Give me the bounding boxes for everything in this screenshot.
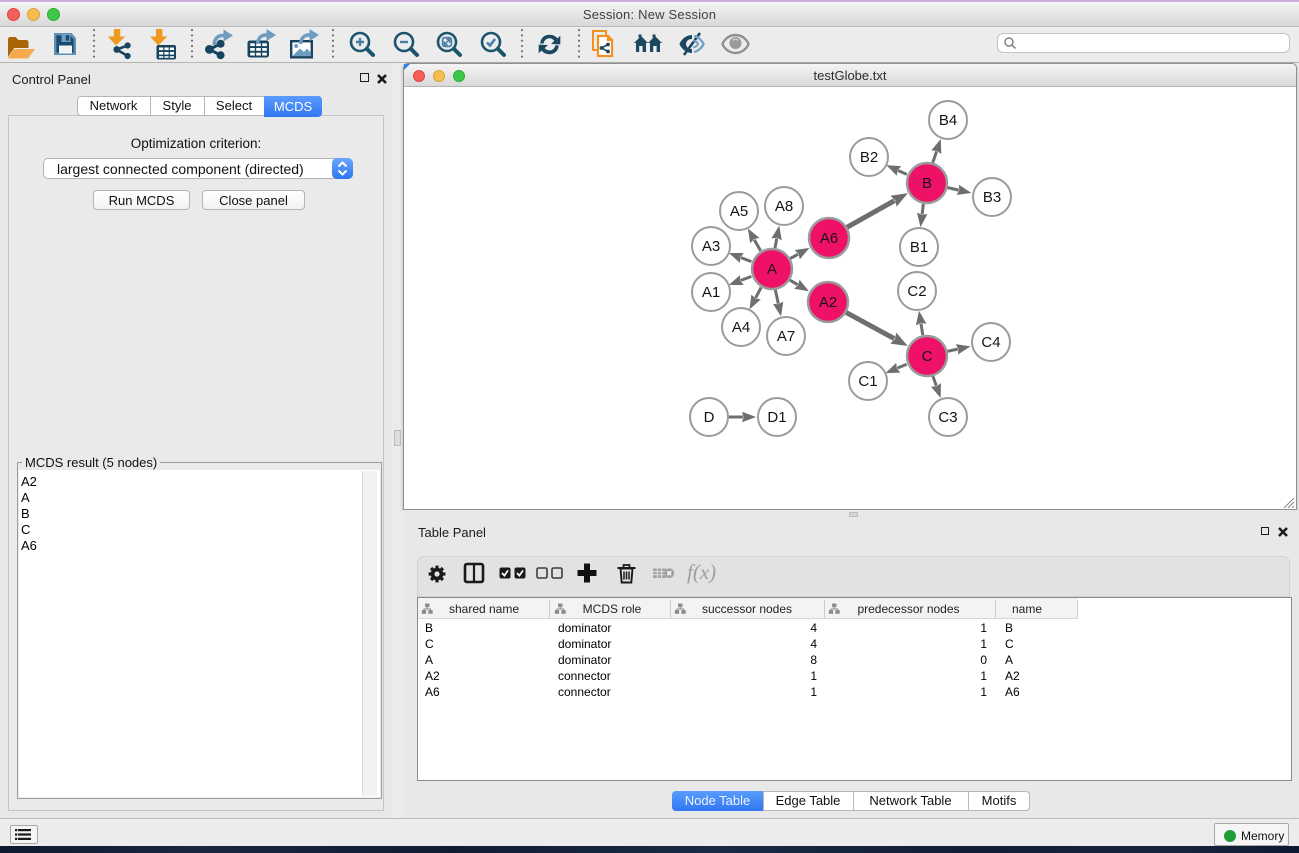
- svg-text:B3: B3: [983, 189, 1001, 206]
- svg-text:D1: D1: [767, 409, 786, 426]
- svg-text:A4: A4: [732, 319, 750, 336]
- svg-text:C1: C1: [858, 373, 877, 390]
- svg-text:B2: B2: [860, 149, 878, 166]
- svg-text:A3: A3: [702, 238, 720, 255]
- svg-text:B4: B4: [939, 112, 957, 129]
- svg-text:A1: A1: [702, 284, 720, 301]
- svg-text:C2: C2: [907, 283, 926, 300]
- svg-text:A8: A8: [775, 198, 793, 215]
- svg-text:A7: A7: [777, 328, 795, 345]
- svg-text:A5: A5: [730, 203, 748, 220]
- svg-text:B: B: [922, 175, 932, 192]
- svg-text:D: D: [704, 409, 715, 426]
- svg-text:A6: A6: [820, 230, 838, 247]
- svg-text:C4: C4: [981, 334, 1000, 351]
- svg-text:C: C: [922, 348, 933, 365]
- svg-text:A2: A2: [819, 294, 837, 311]
- svg-text:A: A: [767, 261, 777, 278]
- svg-text:C3: C3: [938, 409, 957, 426]
- svg-text:B1: B1: [910, 239, 928, 256]
